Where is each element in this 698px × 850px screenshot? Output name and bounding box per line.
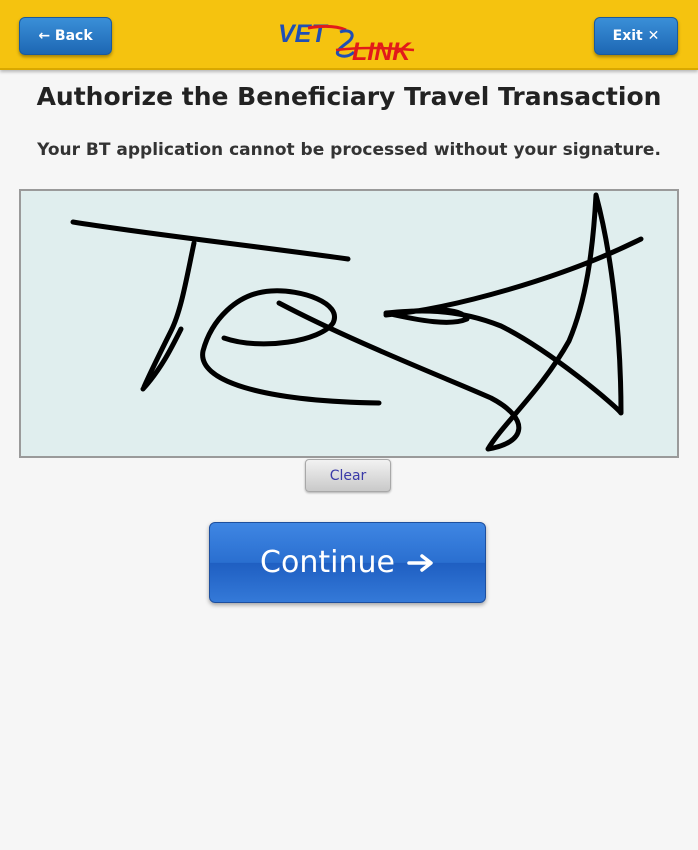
logo-text-link: LINK xyxy=(352,38,412,64)
clear-button[interactable]: Clear xyxy=(305,459,391,492)
logo-text-vet: VET xyxy=(278,20,329,48)
signature-pad[interactable] xyxy=(19,189,679,458)
arrow-right-icon xyxy=(407,553,433,572)
continue-button[interactable]: Continue xyxy=(209,522,486,603)
continue-button-label: Continue xyxy=(260,545,395,580)
page-title: Authorize the Beneficiary Travel Transac… xyxy=(36,82,662,111)
signature-drawing xyxy=(70,192,644,452)
vetlink-logo: VET LINK xyxy=(274,14,424,66)
exit-button-label: Exit ✕ xyxy=(612,28,660,44)
exit-button[interactable]: Exit ✕ xyxy=(594,17,678,55)
back-button[interactable]: ← Back xyxy=(19,17,112,55)
app-header: ← Back VET LINK Exit ✕ xyxy=(0,0,698,70)
page-subtitle: Your BT application cannot be processed … xyxy=(37,140,661,160)
back-button-label: ← Back xyxy=(38,28,93,44)
clear-button-label: Clear xyxy=(329,467,367,484)
